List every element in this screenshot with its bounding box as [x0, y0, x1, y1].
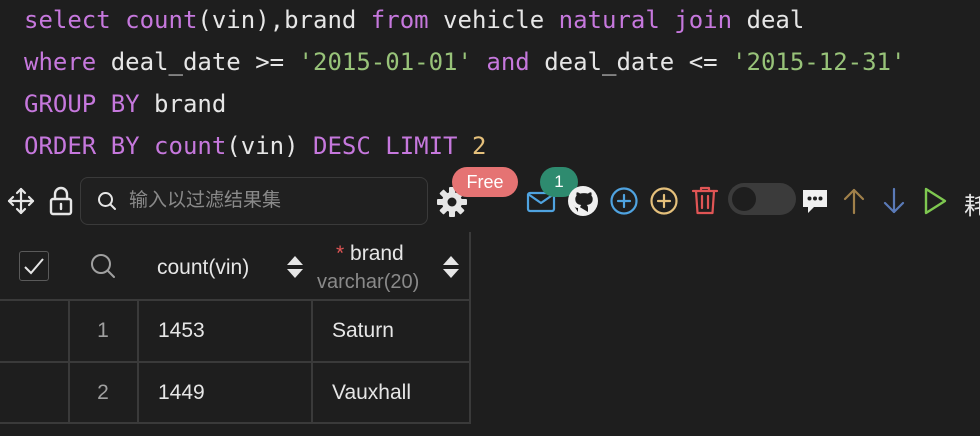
- code-text: (vin): [226, 132, 313, 160]
- more-label[interactable]: 耗: [964, 186, 980, 221]
- keyword: natural: [558, 6, 660, 34]
- toggle-knob: [732, 187, 756, 211]
- filter-input[interactable]: [127, 189, 411, 213]
- code-text: vehicle: [428, 6, 559, 34]
- arrow-up-icon[interactable]: [842, 186, 866, 216]
- column-header-count[interactable]: count(vin): [138, 232, 312, 300]
- arrow-down-icon[interactable]: [882, 186, 906, 216]
- column-name: count(vin): [157, 256, 250, 279]
- grid-line: [0, 361, 471, 363]
- keyword: join: [674, 6, 733, 34]
- sql-editor[interactable]: select count(vin),brand from vehicle nat…: [0, 0, 980, 172]
- function-name: count: [125, 6, 198, 34]
- github-icon[interactable]: [567, 185, 599, 217]
- string-literal: '2015-12-31': [732, 48, 906, 76]
- grid-line: [311, 300, 313, 424]
- row-number: 2: [97, 381, 109, 404]
- keyword: select: [24, 6, 111, 34]
- column-title: * brand: [336, 242, 404, 266]
- string-literal: '2015-01-01': [298, 48, 472, 76]
- grid-line: [137, 300, 139, 424]
- keyword: GROUP BY: [24, 90, 140, 118]
- result-filter-search[interactable]: [80, 177, 428, 225]
- table-cell[interactable]: 1453: [138, 300, 312, 362]
- code-line-3: GROUP BY brand: [24, 89, 226, 119]
- toggle-switch[interactable]: [728, 183, 796, 215]
- add-circle-icon[interactable]: [609, 186, 639, 216]
- code-text: (vin),brand: [197, 6, 371, 34]
- select-all-checkbox[interactable]: [0, 232, 68, 300]
- function-name: count: [154, 132, 227, 160]
- code-line-4: ORDER BY count(vin) DESC LIMIT 2: [24, 131, 486, 161]
- add-circle-yellow-icon[interactable]: [649, 186, 679, 216]
- row-selector[interactable]: [0, 362, 68, 424]
- grid-line: [469, 232, 471, 424]
- keyword: from: [370, 6, 429, 34]
- sort-icon[interactable]: [286, 254, 304, 280]
- grid-line: [0, 299, 471, 301]
- table-cell[interactable]: 1449: [138, 362, 312, 424]
- required-mark: *: [336, 242, 345, 265]
- trash-icon[interactable]: [690, 184, 720, 216]
- column-header-brand[interactable]: * brand varchar(20): [312, 232, 470, 300]
- result-toolbar: Free 1: [0, 167, 980, 232]
- keyword: where: [24, 48, 97, 76]
- code-text: brand: [139, 90, 227, 118]
- table-cell[interactable]: Vauxhall: [312, 362, 470, 424]
- row-number: 1: [97, 319, 109, 342]
- row-search-icon[interactable]: [68, 232, 138, 300]
- search-icon: [97, 191, 117, 211]
- check-icon: [24, 258, 44, 275]
- move-icon[interactable]: [6, 186, 36, 216]
- keyword: DESC LIMIT: [313, 132, 458, 160]
- run-icon[interactable]: [922, 186, 948, 216]
- sort-icon[interactable]: [442, 254, 460, 280]
- code-text: deal_date >=: [96, 48, 299, 76]
- lock-icon[interactable]: [46, 185, 76, 217]
- column-type: varchar(20): [317, 271, 420, 293]
- number-literal: 2: [471, 132, 487, 160]
- table-cell[interactable]: Saturn: [312, 300, 470, 362]
- code-line-1: select count(vin),brand from vehicle nat…: [24, 5, 804, 35]
- checkbox[interactable]: [19, 251, 49, 281]
- code-text: deal_date <=: [529, 48, 733, 76]
- free-badge[interactable]: Free: [452, 167, 518, 197]
- column-name: brand: [350, 242, 404, 265]
- grid-line: [0, 422, 471, 424]
- code-text: deal: [732, 6, 805, 34]
- keyword: and: [486, 48, 530, 76]
- comment-icon[interactable]: [800, 186, 830, 216]
- keyword: ORDER BY: [24, 132, 140, 160]
- grid-line: [68, 300, 70, 424]
- search-icon: [91, 254, 115, 278]
- code-line-2: where deal_date >= '2015-01-01' and deal…: [24, 47, 905, 77]
- row-selector[interactable]: [0, 300, 68, 362]
